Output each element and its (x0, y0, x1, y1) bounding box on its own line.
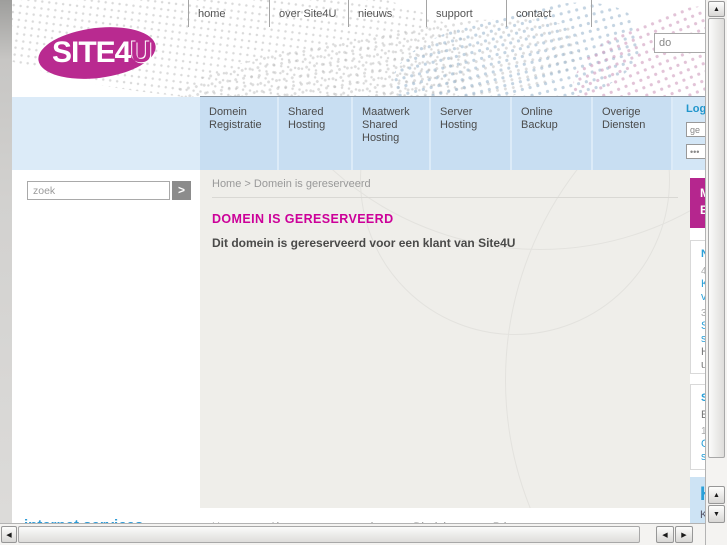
scroll-left-button[interactable]: ◀ (1, 526, 17, 543)
down-arrow-icon: ▼ (713, 510, 720, 518)
topnav-item-over-site4u[interactable]: over Site4U (269, 0, 348, 27)
domain-search-input[interactable] (654, 33, 706, 53)
topnav-item-support[interactable]: support (426, 0, 506, 27)
breadcrumb-separator: > (244, 178, 251, 190)
left-arrow-icon: ◀ (6, 531, 12, 539)
search-submit-button[interactable]: > (172, 181, 191, 200)
scroll-up-button-2[interactable]: ▲ (708, 486, 725, 504)
page-message: Dit domein is gereserveerd voor een klan… (212, 236, 516, 250)
topnav-item-nieuws[interactable]: nieuws (348, 0, 426, 27)
window-edge (0, 0, 12, 545)
logo-text-pink: U (130, 36, 152, 69)
search-go-icon: > (177, 183, 185, 197)
scroll-right-button[interactable]: ▶ (675, 526, 693, 543)
navbar-item-online-backup[interactable]: Online Backup (512, 97, 591, 170)
vertical-scrollbar[interactable]: ▲ ▲ ▼ (705, 0, 727, 545)
product-navbar: Domein Registratie Shared Hosting Maatwe… (12, 97, 727, 170)
site4u-logo[interactable]: SITE4U (35, 20, 178, 86)
breadcrumb-rule (212, 197, 678, 198)
up-arrow-icon: ▲ (713, 491, 720, 499)
navbar-item-maatwerk-shared-hosting[interactable]: Maatwerk Shared Hosting (353, 97, 429, 170)
navbar-item-domein-registratie[interactable]: Domein Registratie (200, 97, 277, 170)
breadcrumb: Home > Domein is gereserveerd (212, 178, 371, 190)
up-arrow-icon: ▲ (713, 5, 720, 13)
breadcrumb-current: Domein is gereserveerd (253, 178, 371, 190)
breadcrumb-home-link[interactable]: Home (212, 178, 241, 190)
horizontal-scrollbar-thumb[interactable] (18, 526, 640, 543)
scroll-left-button-2[interactable]: ◀ (656, 526, 674, 543)
right-arrow-icon: ▶ (681, 531, 687, 539)
horizontal-scrollbar[interactable]: ◀ ◀ ▶ (0, 523, 727, 545)
topnav-item-contact[interactable]: contact (506, 0, 592, 27)
topnav-item-home[interactable]: home (188, 0, 269, 27)
navbar-item-overige-diensten[interactable]: Overige Diensten (593, 97, 671, 170)
left-arrow-icon: ◀ (662, 531, 668, 539)
navbar-item-shared-hosting[interactable]: Shared Hosting (279, 97, 351, 170)
navbar-item-server-hosting[interactable]: Server Hosting (431, 97, 510, 170)
logo-text: SITE4U (52, 36, 152, 70)
top-navigation: home over Site4U nieuws support contact (188, 0, 592, 27)
logo-text-white: SITE4 (52, 36, 131, 69)
search-input[interactable] (27, 181, 170, 200)
scroll-down-button[interactable]: ▼ (708, 505, 725, 523)
vertical-scrollbar-thumb[interactable] (708, 18, 725, 458)
page-title: DOMEIN IS GERESERVEERD (212, 212, 394, 226)
scroll-up-button[interactable]: ▲ (708, 1, 725, 17)
